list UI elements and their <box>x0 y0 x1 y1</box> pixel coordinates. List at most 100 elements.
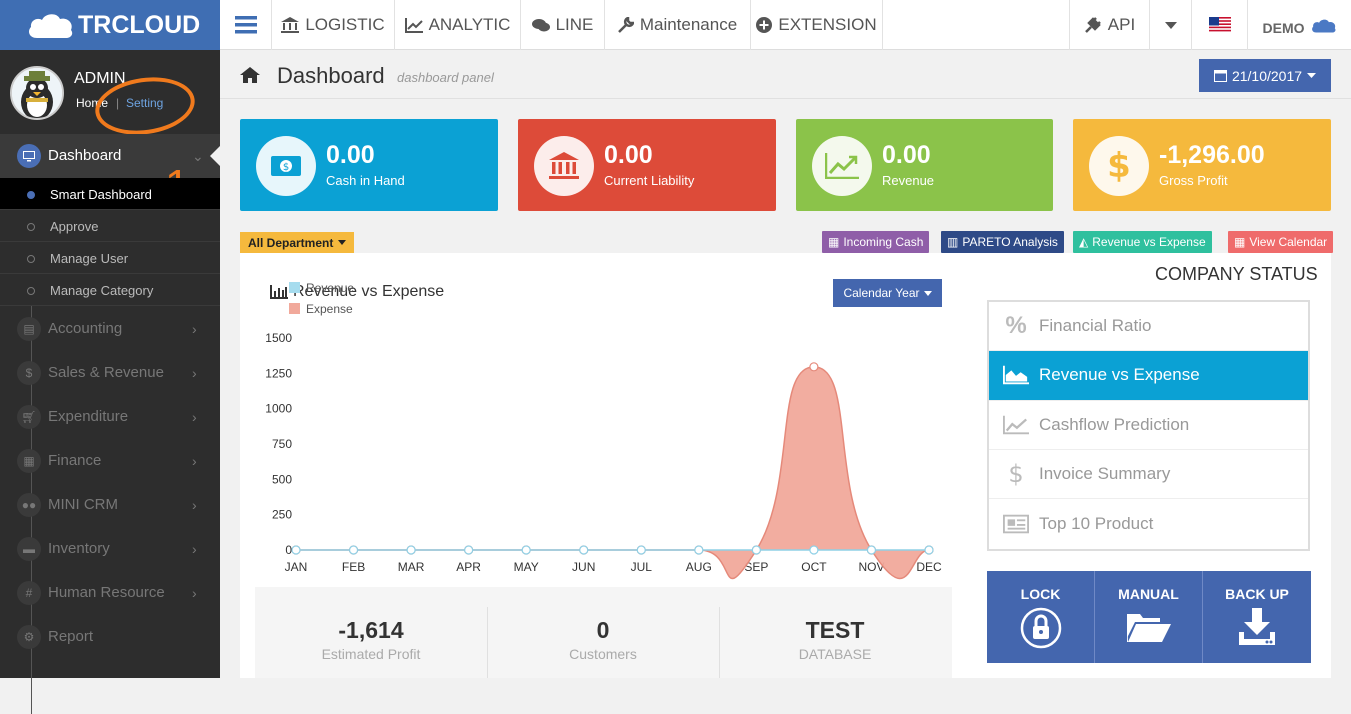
line-chart-icon <box>1003 414 1029 436</box>
money-icon: $ <box>256 136 316 196</box>
stat-card-current-liability[interactable]: 0.00 Current Liability <box>518 119 776 211</box>
back-up-button[interactable]: BACK UP <box>1203 571 1311 663</box>
data-point <box>521 545 531 555</box>
pareto-analysis-button[interactable]: ▥ PARETO Analysis <box>941 231 1064 253</box>
sidebar-subitem-smart-dashboard[interactable]: Smart Dashboard <box>0 178 220 210</box>
chevron-down-icon: ⌄ <box>192 148 204 164</box>
sidebar-item-report[interactable]: ⚙ Report <box>0 615 220 659</box>
chevron-right-icon: › <box>192 541 197 557</box>
chevron-right-icon: › <box>192 453 197 469</box>
data-point <box>809 362 819 372</box>
hamburger-menu-button[interactable] <box>220 0 272 50</box>
calendar-icon: ▦ <box>17 449 41 473</box>
stat-value: 0.00 <box>326 141 375 169</box>
stat-label: Current Liability <box>604 173 695 188</box>
summary-value: 0 <box>596 617 610 643</box>
dropdown-toggle[interactable] <box>1150 0 1192 50</box>
wrench-icon <box>617 17 634 33</box>
sidebar-item-mini-crm[interactable]: ●● MINI CRM › <box>0 483 220 527</box>
sidebar-item-finance[interactable]: ▦ Finance › <box>0 439 220 483</box>
company-status-list: % Financial Ratio Revenue vs Expense Cas… <box>987 300 1310 551</box>
brand-name: TRCLOUD <box>78 11 201 39</box>
nav-extension[interactable]: EXTENSION <box>751 0 883 50</box>
status-item-invoice-summary[interactable]: $ Invoice Summary <box>989 450 1308 499</box>
api-label: API <box>1107 15 1136 34</box>
nav-line[interactable]: LINE <box>521 0 605 50</box>
x-tick-label: AUG <box>686 560 712 574</box>
manual-button[interactable]: MANUAL <box>1095 571 1203 663</box>
lock-button[interactable]: LOCK <box>987 571 1095 663</box>
stat-label: Gross Profit <box>1159 173 1228 188</box>
users-icon: ●● <box>17 493 41 517</box>
sidebar-item-sales-revenue[interactable]: $ Sales & Revenue › <box>0 351 220 395</box>
subitem-label: Manage User <box>50 251 129 266</box>
main-content: Dashboard dashboard panel 21/10/2017 $ 0… <box>220 50 1351 678</box>
button-label: PARETO Analysis <box>962 235 1058 249</box>
settings-icon: ⚙ <box>17 625 41 649</box>
stat-value: 0.00 <box>604 141 653 169</box>
data-point <box>694 545 704 555</box>
legend-label: Expense <box>306 302 353 316</box>
bar-chart-icon: ▥ <box>947 235 959 249</box>
nav-label: LINE <box>555 15 594 34</box>
api-button[interactable]: API <box>1069 0 1150 50</box>
incoming-cash-button[interactable]: ▦ Incoming Cash <box>822 231 930 253</box>
stat-card-cash-in-hand[interactable]: $ 0.00 Cash in Hand <box>240 119 498 211</box>
department-dropdown[interactable]: All Department <box>240 232 355 253</box>
sidebar-item-expenditure[interactable]: 🛒︎ Expenditure › <box>0 395 220 439</box>
user-menu[interactable]: DEMO <box>1248 0 1351 50</box>
hash-icon: # <box>17 581 41 605</box>
sidebar-item-human-resource[interactable]: # Human Resource › <box>0 571 220 615</box>
sidebar-subitem-manage-user[interactable]: Manage User <box>0 242 220 274</box>
action-buttons: LOCK MANUAL BACK UP <box>987 571 1311 663</box>
status-item-cashflow-prediction[interactable]: Cashflow Prediction <box>989 401 1308 450</box>
bullet-dot <box>27 287 35 295</box>
data-point <box>809 545 819 555</box>
stat-card-gross-profit[interactable]: $ -1,296.00 Gross Profit <box>1073 119 1331 211</box>
sidebar-item-label: Report <box>48 628 94 645</box>
view-calendar-button[interactable]: ▦ View Calendar <box>1228 231 1334 253</box>
avatar[interactable] <box>10 66 64 120</box>
sidebar-subitem-manage-category[interactable]: Manage Category <box>0 274 220 306</box>
subitem-label: Manage Category <box>50 283 154 298</box>
menu-icon <box>234 16 257 34</box>
button-label: View Calendar <box>1249 235 1328 249</box>
sidebar-item-label: Expenditure <box>48 408 129 425</box>
cloud-icon <box>29 14 73 38</box>
y-tick-label: 750 <box>272 437 292 451</box>
brand-logo[interactable]: TRCLOUD <box>0 0 220 50</box>
sidebar-item-label: Dashboard <box>48 147 122 164</box>
lock-icon <box>1020 607 1061 649</box>
sidebar-item-accounting[interactable]: ▤ Accounting › <box>0 307 220 351</box>
company-status-title: COMPANY STATUS <box>1155 264 1318 284</box>
status-item-revenue-vs-expense[interactable]: Revenue vs Expense <box>989 351 1308 401</box>
nav-maintenance[interactable]: Maintenance <box>605 0 751 50</box>
nav-label: ANALYTIC <box>428 15 511 34</box>
data-point <box>406 545 416 555</box>
x-tick-label: MAR <box>398 560 425 574</box>
active-pointer <box>210 146 220 166</box>
truck-icon: ▬ <box>17 537 41 561</box>
language-selector[interactable] <box>1192 0 1248 50</box>
line-chart-icon <box>812 136 872 196</box>
data-point <box>291 545 301 555</box>
sidebar-item-label: Accounting <box>48 320 123 337</box>
status-item-top-10-product[interactable]: Top 10 Product <box>989 500 1308 549</box>
action-label: LOCK <box>1020 586 1061 602</box>
stat-card-revenue[interactable]: 0.00 Revenue <box>796 119 1053 211</box>
subitem-label: Approve <box>50 219 99 234</box>
status-item-financial-ratio[interactable]: % Financial Ratio <box>989 302 1308 351</box>
sidebar-item-label: Human Resource <box>48 584 165 601</box>
x-tick-label: JAN <box>285 560 308 574</box>
top-bar: TRCLOUD LOGISTIC ANALYTIC LINE Maintenan… <box>0 0 1351 50</box>
revenue-vs-expense-button[interactable]: ◭ Revenue vs Expense <box>1073 231 1212 253</box>
sidebar-subitem-approve[interactable]: Approve <box>0 210 220 242</box>
date-picker-button[interactable]: 21/10/2017 <box>1199 59 1331 92</box>
subitem-label: Smart Dashboard <box>50 187 152 202</box>
legend-swatch <box>289 303 300 314</box>
nav-logistic[interactable]: LOGISTIC <box>272 0 395 50</box>
cloud-icon <box>1311 19 1335 33</box>
sidebar-item-inventory[interactable]: ▬ Inventory › <box>0 527 220 571</box>
x-tick-label: APR <box>456 560 481 574</box>
nav-analytic[interactable]: ANALYTIC <box>395 0 521 50</box>
